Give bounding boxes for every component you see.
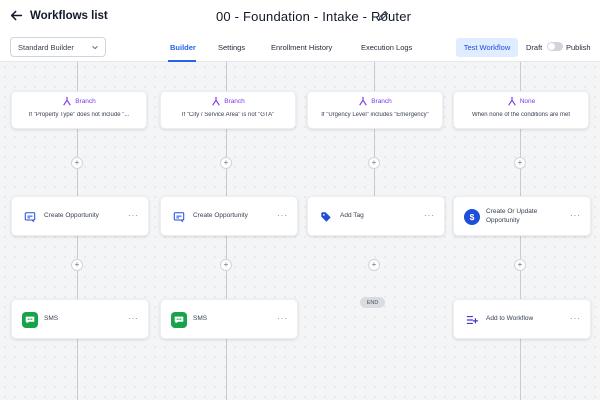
sms-icon: [22, 312, 38, 328]
branch-icon: [359, 96, 368, 106]
action-card[interactable]: Add to Workflow ···: [453, 299, 591, 339]
add-step-button[interactable]: +: [220, 157, 232, 169]
action-card[interactable]: SMS ···: [11, 299, 149, 339]
branch-condition: If "Property Type" does not include "...: [28, 112, 130, 118]
branch-type-label: Branch: [75, 97, 96, 105]
builder-toolbar: Standard Builder Builder Settings Enroll…: [0, 34, 600, 62]
action-label: Create Or Update Opportunity: [486, 208, 538, 224]
more-options-icon[interactable]: ···: [570, 212, 581, 220]
builder-type-select[interactable]: Standard Builder: [10, 37, 106, 57]
branch-card[interactable]: Branch If "Property Type" does not inclu…: [11, 91, 147, 129]
branch-condition: If "Urgency Level" includes "Emergency": [321, 112, 429, 118]
action-card[interactable]: SMS ···: [160, 299, 298, 339]
create-opportunity-icon: [171, 209, 187, 225]
chevron-down-icon: [92, 45, 98, 50]
arrow-left-icon: [10, 10, 23, 21]
add-step-button[interactable]: +: [514, 259, 526, 271]
tab-execution-logs[interactable]: Execution Logs: [361, 43, 412, 52]
tag-icon: [318, 209, 334, 225]
branch-type-label: Branch: [371, 97, 392, 105]
test-workflow-button[interactable]: Test Workflow: [456, 38, 518, 57]
end-marker: END: [360, 297, 385, 308]
draft-label: Draft: [526, 43, 543, 52]
add-step-button[interactable]: +: [220, 259, 232, 271]
branch-type-label: Branch: [224, 97, 245, 105]
action-label: SMS: [44, 315, 59, 322]
back-to-workflows-link[interactable]: Workflows list: [10, 9, 108, 22]
more-options-icon[interactable]: ···: [277, 212, 288, 220]
dollar-icon: $: [464, 209, 480, 225]
action-label: Add to Workflow: [486, 315, 534, 322]
add-step-button[interactable]: +: [368, 157, 380, 169]
more-options-icon[interactable]: ···: [128, 212, 139, 220]
action-card[interactable]: Create Opportunity ···: [11, 196, 149, 236]
publish-toggle[interactable]: [547, 42, 563, 51]
branch-condition: When none of the conditions are met: [471, 112, 571, 118]
add-step-button[interactable]: +: [368, 259, 380, 271]
action-card[interactable]: Add Tag ···: [307, 196, 445, 236]
more-options-icon[interactable]: ···: [424, 212, 435, 220]
top-bar: Workflows list 00 - Foundation - Intake …: [0, 0, 600, 34]
workflow-canvas[interactable]: Branch If "Property Type" does not inclu…: [0, 62, 600, 400]
action-label: Create Opportunity: [193, 212, 248, 219]
tab-settings[interactable]: Settings: [218, 43, 245, 52]
tab-builder[interactable]: Builder: [170, 43, 196, 52]
edit-pencil-icon[interactable]: [377, 10, 389, 22]
add-to-workflow-icon: [464, 312, 480, 328]
add-step-button[interactable]: +: [71, 157, 83, 169]
more-options-icon[interactable]: ···: [128, 315, 139, 323]
more-options-icon[interactable]: ···: [277, 315, 288, 323]
action-card[interactable]: $ Create Or Update Opportunity ···: [453, 196, 591, 236]
back-label: Workflows list: [30, 9, 108, 22]
branch-condition: If "City / Service Area" is not "GTA": [181, 112, 275, 118]
branch-icon: [507, 96, 516, 106]
branch-card[interactable]: Branch If "City / Service Area" is not "…: [160, 91, 296, 129]
branch-icon: [63, 96, 72, 106]
action-label: Add Tag: [340, 212, 364, 219]
tab-enrollment-history[interactable]: Enrollment History: [271, 43, 332, 52]
publish-label: Publish: [566, 43, 591, 52]
sms-icon: [171, 312, 187, 328]
branch-card[interactable]: None When none of the conditions are met: [453, 91, 589, 129]
branch-type-label: None: [519, 97, 536, 105]
action-label: SMS: [193, 315, 208, 322]
more-options-icon[interactable]: ···: [570, 315, 581, 323]
branch-card[interactable]: Branch If "Urgency Level" includes "Emer…: [307, 91, 443, 129]
create-opportunity-icon: [22, 209, 38, 225]
svg-text:$: $: [470, 212, 475, 222]
action-label: Create Opportunity: [44, 212, 99, 219]
action-card[interactable]: Create Opportunity ···: [160, 196, 298, 236]
branch-icon: [212, 96, 221, 106]
builder-type-value: Standard Builder: [18, 42, 74, 52]
add-step-button[interactable]: +: [514, 157, 526, 169]
add-step-button[interactable]: +: [71, 259, 83, 271]
